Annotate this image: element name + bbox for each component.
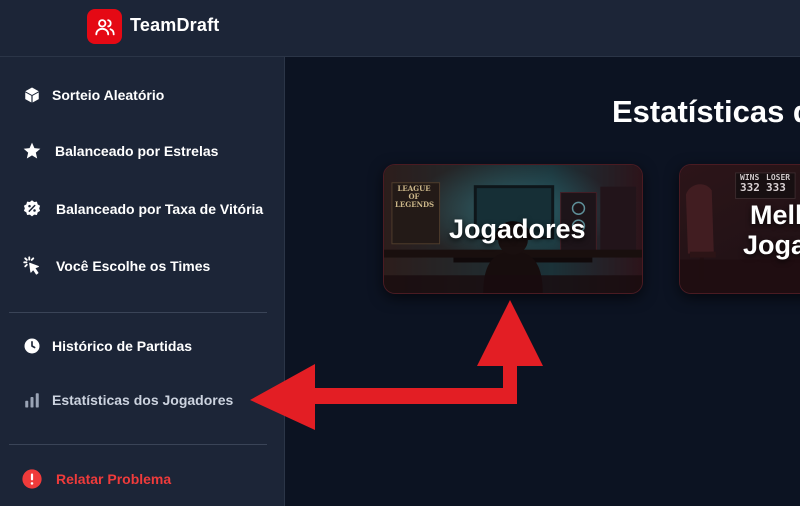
page-title: Estatísticas d — [612, 94, 800, 129]
sidebar-item-label: Balanceado por Taxa de Vitória — [56, 201, 264, 217]
sidebar-item-historico[interactable]: Histórico de Partidas — [0, 326, 285, 366]
brand-name[interactable]: TeamDraft — [130, 15, 220, 36]
users-icon[interactable] — [87, 9, 122, 44]
sidebar-item-balanceado-taxa[interactable]: Balanceado por Taxa de Vitória — [0, 189, 285, 229]
card-label-line2: Joga — [743, 230, 800, 260]
sidebar-item-label: Estatísticas dos Jogadores — [52, 392, 234, 408]
sidebar-item-sorteio-aleatorio[interactable]: Sorteio Aleatório — [0, 75, 285, 115]
sidebar-item-label: Relatar Problema — [56, 471, 172, 487]
sidebar-item-label: Sorteio Aleatório — [52, 87, 165, 103]
card-label-line1: Mell — [750, 200, 800, 230]
scoreboard-left-value: 332 — [740, 181, 760, 194]
sidebar-divider — [9, 312, 267, 313]
scoreboard-right-value: 333 — [766, 181, 786, 194]
star-icon — [21, 140, 43, 162]
card-label: Jogadores — [449, 214, 586, 244]
sidebar-item-label: Balanceado por Estrelas — [55, 143, 219, 159]
sidebar-item-label: Você Escolhe os Times — [56, 258, 211, 274]
sidebar-item-balanceado-estrelas[interactable]: Balanceado por Estrelas — [0, 131, 285, 171]
sidebar-item-estatisticas[interactable]: Estatísticas dos Jogadores — [0, 380, 285, 420]
sidebar-item-relatar-problema[interactable]: Relatar Problema — [0, 459, 285, 499]
bar-chart-icon — [21, 389, 43, 411]
poster-logo-text: LEAGUE OF LEGENDS — [395, 184, 435, 209]
percent-badge-icon — [21, 198, 43, 220]
sidebar-item-voce-escolhe[interactable]: Você Escolhe os Times — [0, 246, 285, 286]
sidebar-item-label: Histórico de Partidas — [52, 338, 193, 354]
sidebar-divider — [9, 444, 267, 445]
app-header: TeamDraft — [0, 0, 800, 57]
cube-icon — [21, 84, 43, 106]
main-content: Estatísticas d Jogadores WINS LOSER 332 … — [286, 57, 800, 506]
sidebar: Sorteio Aleatório Balanceado por Estrela… — [0, 57, 285, 506]
card-melhores-jogadores[interactable]: WINS LOSER 332 333 Mell Joga — [679, 164, 800, 294]
click-cursor-icon — [21, 255, 43, 277]
clock-icon — [21, 335, 43, 357]
alert-circle-icon — [21, 468, 43, 490]
